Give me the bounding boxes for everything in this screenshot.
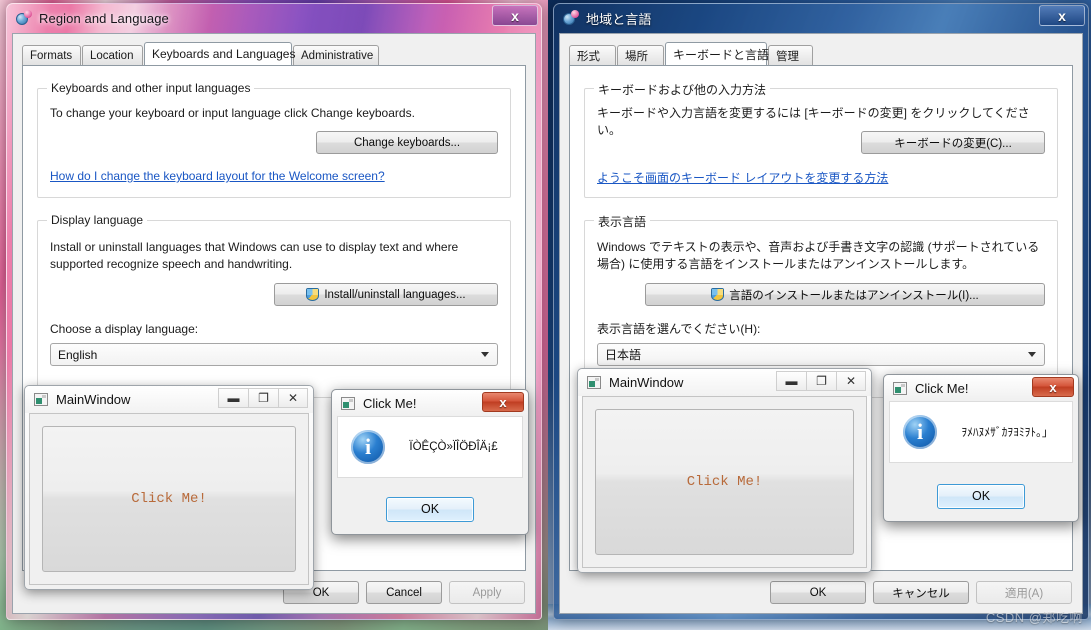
cancel-button-jp[interactable]: キャンセル	[873, 581, 969, 604]
mainwindow-right-client: Click Me!	[582, 396, 867, 568]
cancel-button[interactable]: Cancel	[366, 581, 442, 604]
tab-keyboards-and-languages[interactable]: Keyboards and Languages	[144, 42, 295, 65]
mainwindow-right-title: MainWindow	[609, 375, 684, 390]
keyboards-group-jp: キーボードおよび他の入力方法 キーボードや入力言語を変更するには [キーボードの…	[584, 81, 1058, 198]
tab-formats-jp[interactable]: 形式	[569, 45, 616, 65]
titlebar-japanese[interactable]: 地域と言語 x	[553, 3, 1089, 33]
messagebox-right-title: Click Me!	[915, 380, 969, 396]
tab-keyboards-and-languages-jp[interactable]: キーボードと言語	[665, 42, 769, 65]
messagebox-left: Click Me! x ÏÒÊÇÒ»ÏÎÖÐÎÄ¡£ OK	[331, 389, 529, 535]
keyboards-description: To change your keyboard or input languag…	[50, 106, 415, 120]
display-language-combobox-jp[interactable]: 日本語	[597, 343, 1045, 366]
welcome-screen-help-link[interactable]: How do I change the keyboard layout for …	[50, 169, 385, 183]
display-language-legend-jp: 表示言語	[594, 213, 651, 230]
display-language-description-jp: Windows でテキストの表示や、音声および手書き文字の認識 (サポートされて…	[597, 240, 1040, 271]
close-icon[interactable]: ✕	[278, 388, 308, 408]
desktop: Region and Language x Formats Location K…	[0, 0, 1091, 630]
display-language-legend: Display language	[47, 213, 148, 227]
region-globe-icon-jp	[562, 9, 579, 27]
tab-location-jp[interactable]: 場所	[617, 45, 664, 65]
messagebox-left-message: ÏÒÊÇÒ»ÏÎÖÐÎÄ¡£	[409, 441, 498, 453]
maximize-icon[interactable]: ❐	[806, 371, 836, 391]
watermark: CSDN @郑吃啊	[985, 610, 1083, 625]
minimize-icon[interactable]: ▬	[776, 371, 806, 391]
uac-shield-icon-jp	[711, 288, 725, 301]
minimize-icon[interactable]: ▬	[218, 388, 248, 408]
messagebox-right: Click Me! x ｦﾒﾊﾇﾒｻﾞｶｦﾖﾐｦﾄ｡｣ OK	[883, 374, 1079, 522]
tab-administrative-jp[interactable]: 管理	[768, 45, 813, 65]
install-uninstall-languages-button[interactable]: Install/uninstall languages...	[274, 283, 498, 306]
window-title: Region and Language	[39, 10, 169, 26]
footer-buttons-japanese: OK キャンセル 適用(A)	[770, 581, 1072, 604]
mainwindow-left-title: MainWindow	[56, 392, 131, 407]
apply-button-jp: 適用(A)	[976, 581, 1072, 604]
display-language-group: Display language Install or uninstall la…	[37, 213, 511, 398]
display-language-combobox[interactable]: English	[50, 343, 498, 366]
messagebox-right-titlebar[interactable]: Click Me! x	[884, 375, 1078, 401]
mainwindow-left: MainWindow ▬ ❐ ✕ Click Me!	[24, 385, 314, 590]
tab-administrative[interactable]: Administrative	[293, 45, 379, 65]
titlebar-english[interactable]: Region and Language x	[6, 3, 542, 33]
mainwindow-right-controls: ▬ ❐ ✕	[776, 371, 866, 391]
messagebox-left-titlebar[interactable]: Click Me! x	[332, 390, 528, 416]
choose-display-language-label: Choose a display language:	[50, 322, 199, 336]
close-icon[interactable]: x	[1032, 377, 1074, 397]
click-me-button[interactable]: Click Me!	[595, 409, 854, 555]
mainwindow-right-titlebar[interactable]: MainWindow ▬ ❐ ✕	[578, 369, 871, 396]
messagebox-right-content: ｦﾒﾊﾇﾒｻﾞｶｦﾖﾐｦﾄ｡｣	[889, 401, 1073, 463]
welcome-screen-help-link-jp[interactable]: ようこそ画面のキーボード レイアウトを変更する方法	[597, 169, 888, 186]
info-icon	[351, 430, 385, 464]
messagebox-right-message: ｦﾒﾊﾇﾒｻﾞｶｦﾖﾐｦﾄ｡｣	[961, 427, 1048, 439]
ok-button-jp[interactable]: OK	[770, 581, 866, 604]
install-uninstall-languages-label: Install/uninstall languages...	[324, 288, 466, 301]
tab-location[interactable]: Location	[82, 45, 143, 65]
mainwindow-left-client: Click Me!	[29, 413, 309, 585]
tab-formats[interactable]: Formats	[22, 45, 81, 65]
tabstrip-english: Formats Location Keyboards and Languages…	[22, 42, 535, 65]
footer-buttons-english: OK Cancel Apply	[283, 581, 525, 604]
keyboards-group-legend-jp: キーボードおよび他の入力方法	[594, 81, 771, 98]
uac-shield-icon	[306, 288, 320, 301]
keyboards-group: Keyboards and other input languages To c…	[37, 81, 511, 198]
install-uninstall-languages-label-jp: 言語のインストールまたはアンインストール(I)...	[729, 289, 979, 302]
app-icon	[587, 376, 601, 389]
mainwindow-right: MainWindow ▬ ❐ ✕ Click Me!	[577, 368, 872, 573]
messagebox-left-title: Click Me!	[363, 395, 417, 411]
change-keyboards-button-jp[interactable]: キーボードの変更(C)...	[861, 131, 1045, 154]
display-language-description: Install or uninstall languages that Wind…	[50, 240, 459, 271]
ok-button[interactable]: OK	[937, 483, 1025, 509]
chevron-down-icon	[481, 352, 489, 357]
messagebox-right-footer: OK	[889, 476, 1073, 516]
window-title-jp: 地域と言語	[586, 11, 652, 27]
chevron-down-icon-jp	[1028, 352, 1036, 357]
messagebox-left-content: ÏÒÊÇÒ»ÏÎÖÐÎÄ¡£	[337, 416, 523, 478]
ok-button[interactable]: OK	[386, 496, 474, 522]
messagebox-left-footer: OK	[337, 489, 523, 529]
display-language-value: English	[58, 347, 98, 362]
tabstrip-japanese: 形式 場所 キーボードと言語 管理	[569, 42, 1082, 65]
app-icon	[341, 396, 355, 410]
keyboards-group-legend: Keyboards and other input languages	[47, 81, 255, 95]
app-icon	[34, 393, 48, 406]
display-language-value-jp: 日本語	[605, 348, 642, 362]
mainwindow-left-controls: ▬ ❐ ✕	[218, 388, 308, 408]
info-icon	[903, 415, 937, 449]
click-me-button[interactable]: Click Me!	[42, 426, 296, 572]
close-icon-jp[interactable]: x	[1039, 5, 1085, 26]
close-icon[interactable]: ✕	[836, 371, 866, 391]
close-icon[interactable]: x	[492, 5, 538, 26]
choose-display-language-label-jp: 表示言語を選んでください(H):	[597, 322, 761, 336]
install-uninstall-languages-button-jp[interactable]: 言語のインストールまたはアンインストール(I)...	[645, 283, 1045, 306]
close-icon[interactable]: x	[482, 392, 524, 412]
region-globe-icon	[15, 9, 32, 27]
maximize-icon[interactable]: ❐	[248, 388, 278, 408]
apply-button: Apply	[449, 581, 525, 604]
app-icon	[893, 381, 907, 395]
mainwindow-left-titlebar[interactable]: MainWindow ▬ ❐ ✕	[25, 386, 313, 413]
change-keyboards-button[interactable]: Change keyboards...	[316, 131, 498, 154]
